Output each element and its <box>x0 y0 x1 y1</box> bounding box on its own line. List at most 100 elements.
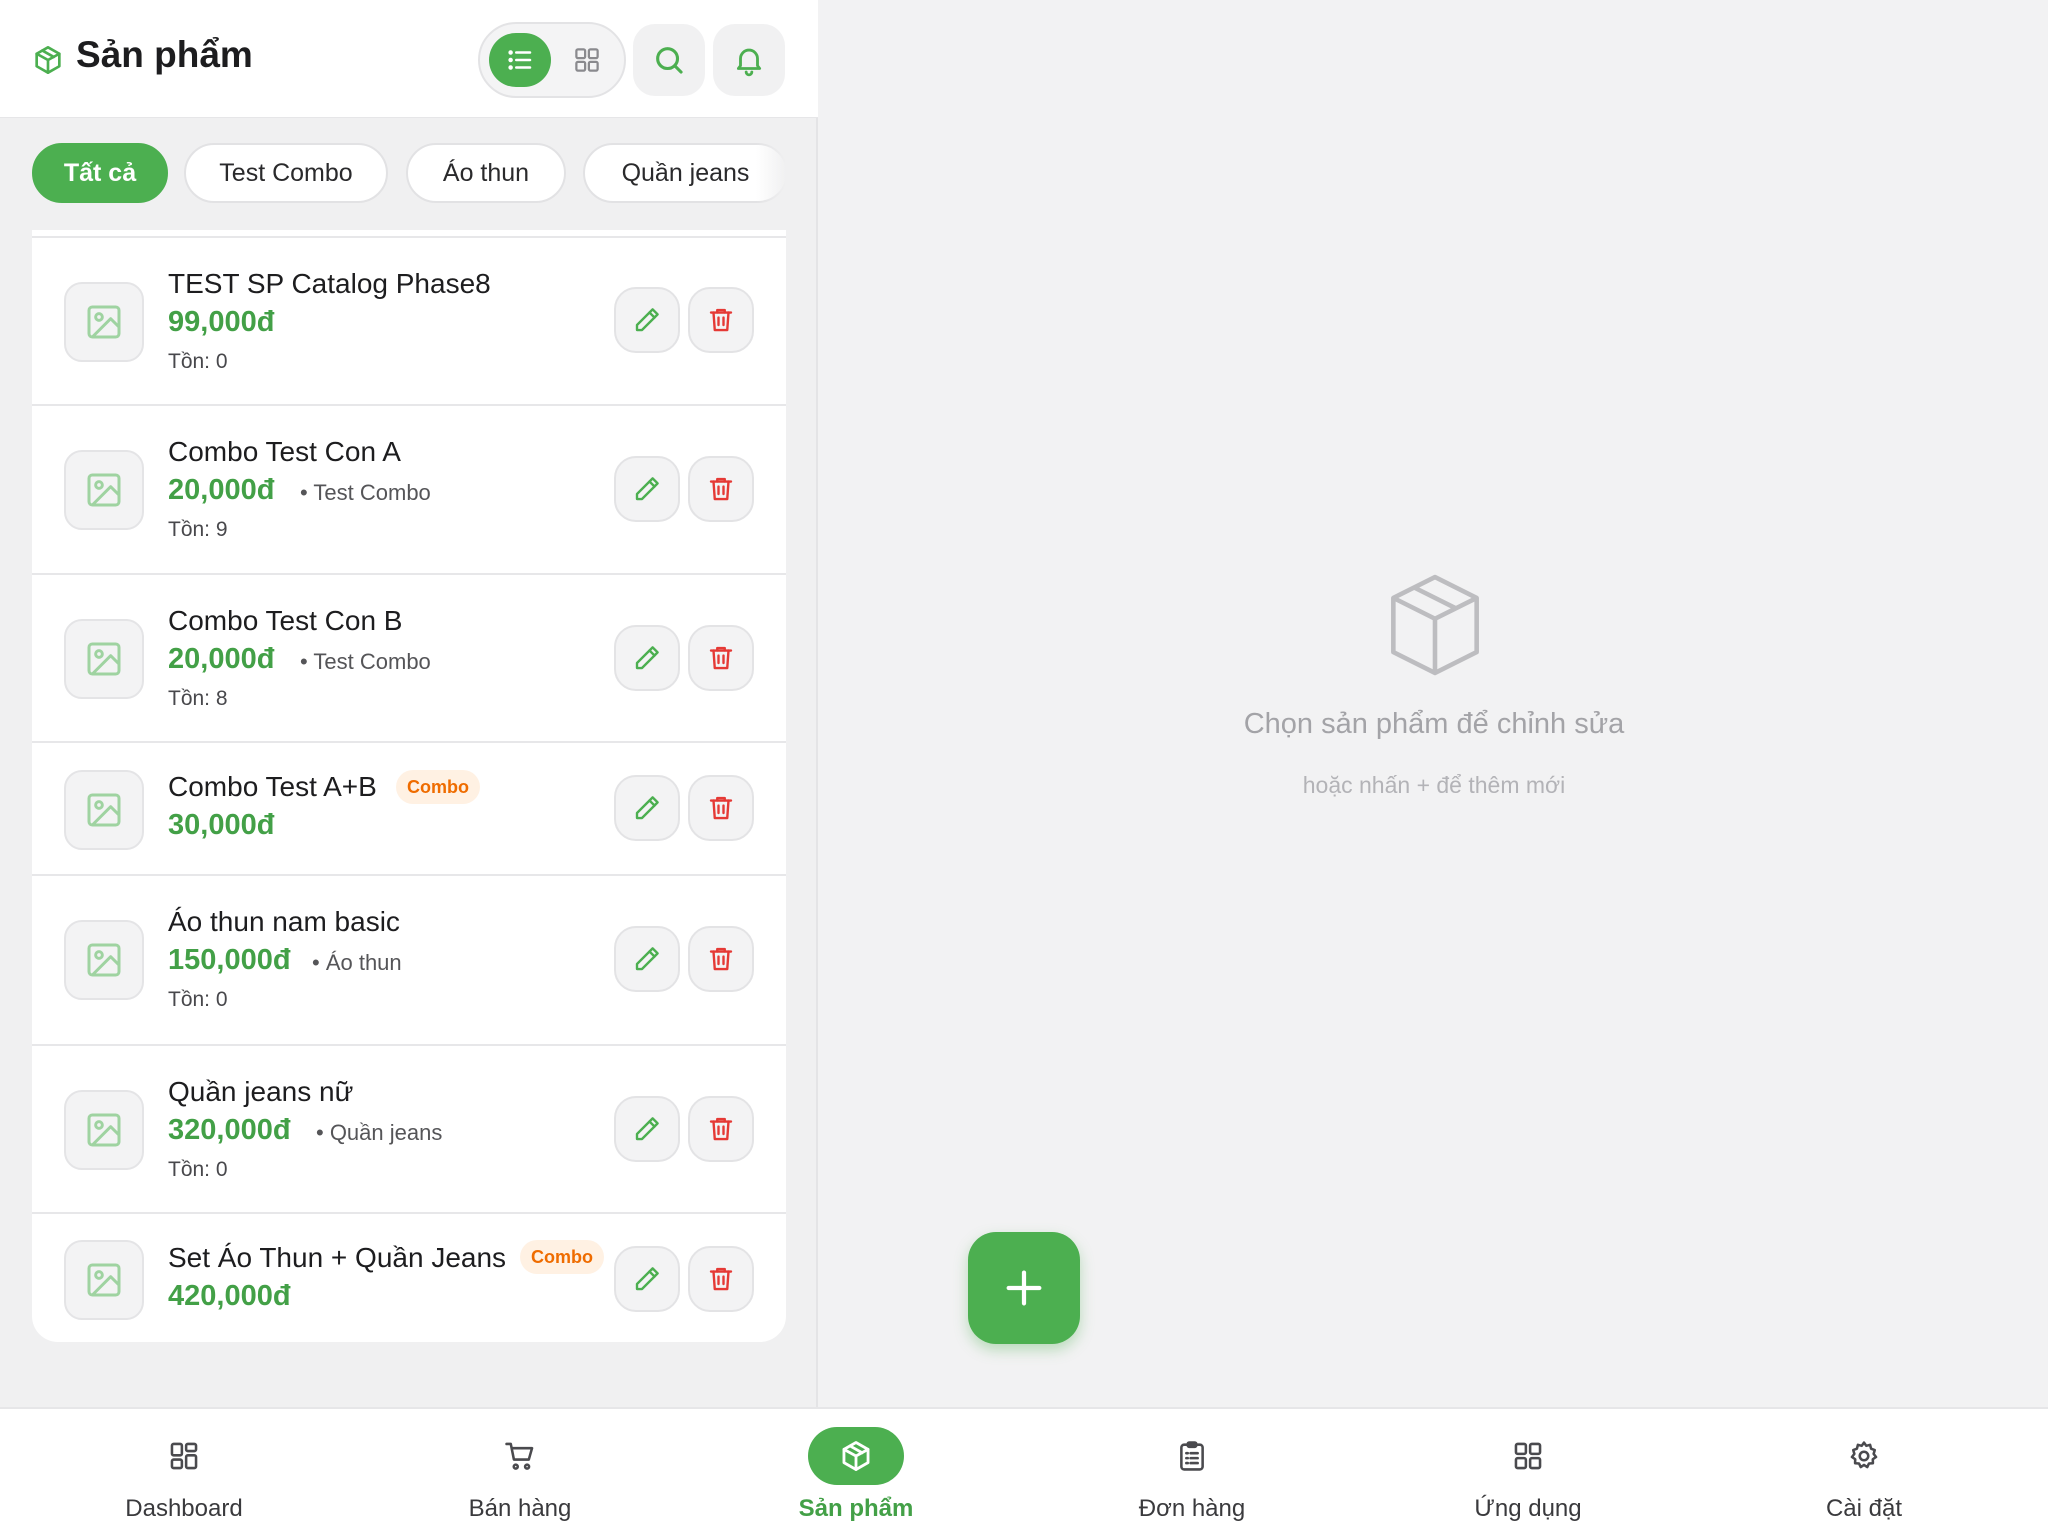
grid-icon <box>575 48 599 72</box>
pencil-icon <box>635 796 659 820</box>
delete-button[interactable] <box>688 1246 754 1312</box>
product-stock: Tồn: 0 <box>168 350 228 373</box>
pencil-icon <box>635 477 659 501</box>
product-stock: Tồn: 0 <box>168 1158 228 1181</box>
edit-button[interactable] <box>614 775 680 841</box>
delete-button[interactable] <box>688 926 754 992</box>
product-list: TEST SP Catalog Phase8 99,000đ Tồn: 0 Co… <box>32 230 786 1342</box>
nav-don-hang[interactable]: Đơn hàng <box>1072 1409 1312 1536</box>
image-placeholder-icon <box>87 943 121 977</box>
nav-ung-dung[interactable]: Ứng dụng <box>1408 1409 1648 1536</box>
product-thumbnail <box>64 1090 144 1170</box>
chip-test-combo[interactable]: Test Combo <box>184 143 388 203</box>
list-view-button[interactable] <box>489 33 551 87</box>
product-name: Set Áo Thun + Quần Jeans <box>168 1242 507 1273</box>
pencil-icon <box>635 646 659 670</box>
box-outline-icon <box>1391 574 1479 676</box>
combo-badge: Combo <box>520 1240 604 1274</box>
product-stock: Tồn: 8 <box>168 687 228 710</box>
list-icon <box>508 50 532 70</box>
delete-button[interactable] <box>688 1096 754 1162</box>
product-category: • Test Combo <box>300 649 431 674</box>
category-filter-bar: Tất cả Test Combo Áo thun Quần jeans <box>32 143 786 203</box>
product-row[interactable]: Quần jeans nữ 320,000đ • Quần jeans Tồn:… <box>32 1044 786 1212</box>
edit-button[interactable] <box>614 1246 680 1312</box>
chip-ao-thun[interactable]: Áo thun <box>406 143 566 203</box>
trash-icon <box>709 947 733 971</box>
nav-icon-container <box>136 1427 232 1485</box>
product-name: TEST SP Catalog Phase8 <box>168 268 491 299</box>
product-thumbnail <box>64 1240 144 1320</box>
image-placeholder-icon <box>87 473 121 507</box>
delete-button[interactable] <box>688 456 754 522</box>
edit-button[interactable] <box>614 926 680 992</box>
product-price: 99,000đ <box>168 306 275 338</box>
nav-ban-hang[interactable]: Bán hàng <box>400 1409 640 1536</box>
bell-icon <box>736 48 762 77</box>
add-product-button[interactable] <box>968 1232 1080 1344</box>
nav-icon-container <box>808 1427 904 1485</box>
product-stock: Tồn: 0 <box>168 988 228 1011</box>
image-placeholder-icon <box>87 1263 121 1297</box>
edit-button[interactable] <box>614 1096 680 1162</box>
image-placeholder-icon <box>87 642 121 676</box>
grid-view-button[interactable] <box>556 33 618 87</box>
image-placeholder-icon <box>87 1113 121 1147</box>
delete-button[interactable] <box>688 287 754 353</box>
trash-icon <box>709 1267 733 1291</box>
delete-button[interactable] <box>688 625 754 691</box>
product-stock: Tồn: 9 <box>168 518 228 541</box>
notification-button[interactable] <box>713 24 785 96</box>
product-row[interactable]: Combo Test Con A 20,000đ • Test Combo Tồ… <box>32 404 786 573</box>
nav-icon-container <box>1144 1427 1240 1485</box>
product-row[interactable]: Combo Test A+B Combo 30,000đ <box>32 741 786 874</box>
apps-icon <box>1514 1442 1542 1470</box>
dashboard-icon <box>170 1442 198 1470</box>
product-row[interactable]: Combo Test Con B 20,000đ • Test Combo Tồ… <box>32 573 786 741</box>
product-thumbnail <box>64 619 144 699</box>
app-header: Sản phẩm <box>0 0 818 118</box>
product-category: • Test Combo <box>300 480 431 505</box>
delete-button[interactable] <box>688 775 754 841</box>
product-price: 20,000đ <box>168 474 275 506</box>
search-icon <box>656 47 683 74</box>
trash-icon <box>709 1117 733 1141</box>
product-category: • Quần jeans <box>316 1120 443 1145</box>
product-thumbnail <box>64 920 144 1000</box>
product-row[interactable]: TEST SP Catalog Phase8 99,000đ Tồn: 0 <box>32 236 786 404</box>
search-button[interactable] <box>633 24 705 96</box>
edit-button[interactable] <box>614 456 680 522</box>
image-placeholder-icon <box>87 793 121 827</box>
page-title: Sản phẩm <box>76 34 253 75</box>
clipboard-icon <box>1180 1441 1204 1471</box>
nav-dashboard[interactable]: Dashboard <box>64 1409 304 1536</box>
chip-all[interactable]: Tất cả <box>32 143 168 203</box>
product-price: 150,000đ <box>168 944 291 976</box>
box-icon <box>842 1441 870 1471</box>
empty-state-title: Chọn sản phẩm để chỉnh sửa <box>1243 708 1625 740</box>
view-mode-toggle <box>478 22 626 98</box>
pencil-icon <box>635 1117 659 1141</box>
nav-san-pham[interactable]: Sản phẩm <box>736 1409 976 1536</box>
product-row[interactable]: Set Áo Thun + Quần Jeans Combo 420,000đ <box>32 1212 786 1342</box>
product-name: Combo Test A+B <box>168 771 377 802</box>
bottom-navigation: Dashboard Bán hàng Sản phẩm Đơn hàng Ứng… <box>0 1407 2048 1536</box>
product-thumbnail <box>64 450 144 530</box>
cart-icon <box>505 1442 534 1470</box>
product-row[interactable]: Áo thun nam basic 150,000đ • Áo thun Tồn… <box>32 874 786 1044</box>
edit-button[interactable] <box>614 625 680 691</box>
nav-icon-container <box>1816 1427 1912 1485</box>
pencil-icon <box>635 947 659 971</box>
chips-scroll-fade <box>756 143 786 203</box>
product-thumbnail <box>64 282 144 362</box>
trash-icon <box>709 796 733 820</box>
empty-state-subtitle: hoặc nhấn + để thêm mới <box>1302 772 1566 798</box>
product-name: Quần jeans nữ <box>168 1076 354 1107</box>
pencil-icon <box>635 308 659 332</box>
nav-cai-dat[interactable]: Cài đặt <box>1744 1409 1984 1536</box>
combo-badge: Combo <box>396 770 480 804</box>
image-placeholder-icon <box>87 305 121 339</box>
product-list-panel: Sản phẩm Tất cả Test Combo Áo thun Quần … <box>0 0 818 1407</box>
edit-button[interactable] <box>614 287 680 353</box>
box-icon <box>35 46 61 74</box>
